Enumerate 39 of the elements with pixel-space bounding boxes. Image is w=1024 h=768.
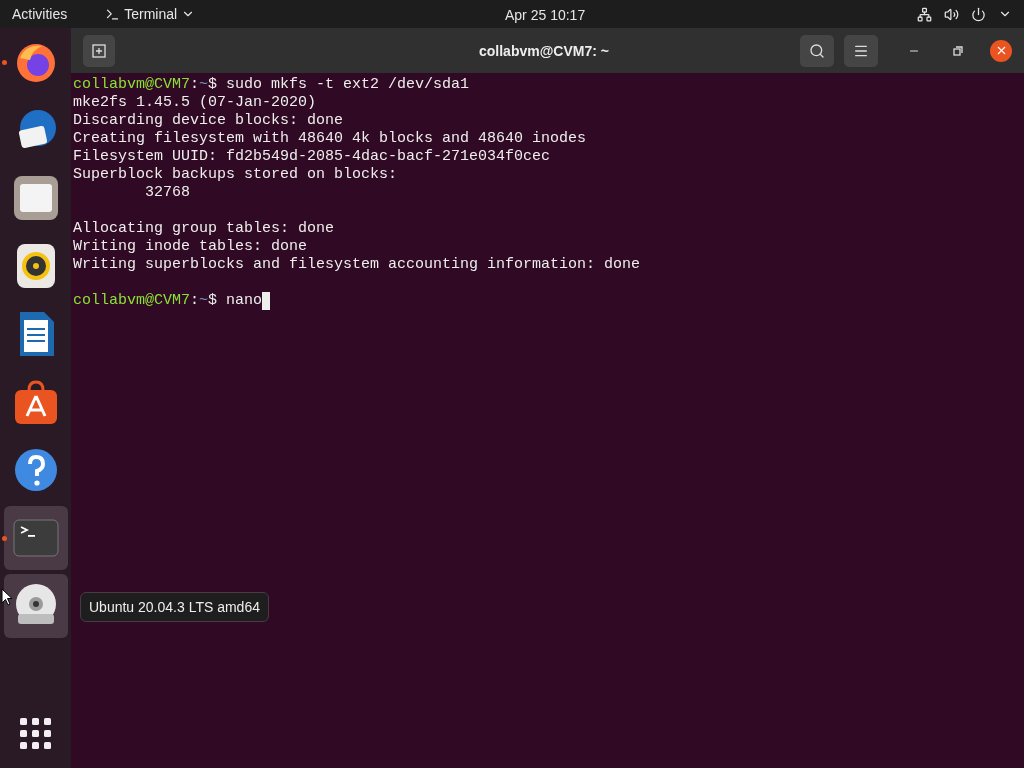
output-line: Discarding device blocks: done	[73, 112, 344, 130]
app-menu[interactable]: Terminal	[105, 3, 196, 25]
power-icon[interactable]	[971, 6, 986, 22]
window-title: collabvm@CVM7: ~	[479, 42, 609, 61]
prompt-user: collabvm@CVM7	[73, 76, 191, 94]
new-tab-icon	[92, 43, 106, 58]
network-icon[interactable]	[917, 6, 932, 22]
output-line: Superblock backups stored on blocks:	[73, 166, 398, 184]
volume-icon[interactable]	[944, 6, 959, 22]
prompt-path: ~	[199, 76, 209, 94]
restore-icon	[953, 45, 963, 56]
app-grid-icon[interactable]	[20, 718, 52, 750]
command-text: sudo mkfs -t ext2 /dev/sda1	[226, 76, 470, 94]
output-line: Filesystem UUID: fd2b549d-2085-4dac-bacf-271e034f0cec	[73, 148, 551, 166]
clock[interactable]: Apr 25 10:17	[505, 5, 586, 26]
search-icon	[809, 42, 825, 59]
prompt-symbol: $	[208, 292, 218, 310]
prompt-user: collabvm@CVM7	[73, 292, 191, 310]
output-line: mke2fs 1.45.5 (07-Jan-2020)	[73, 94, 317, 112]
mouse-pointer-icon	[1, 588, 13, 606]
output-line: Creating filesystem with 48640 4k blocks and 48640 inodes	[73, 130, 587, 148]
new-tab-button[interactable]	[83, 34, 115, 67]
terminal-icon	[105, 6, 121, 22]
prompt-separator: :	[190, 292, 200, 310]
menu-button[interactable]	[844, 34, 878, 67]
prompt-path: ~	[199, 292, 209, 310]
activities-button[interactable]: Activities	[12, 3, 68, 25]
output-line: 32768	[144, 184, 191, 202]
output-line: Writing inode tables: done	[73, 238, 308, 256]
close-button[interactable]	[990, 39, 1012, 62]
output-line: Writing superblocks and filesystem accounting information: done	[73, 256, 641, 274]
search-button[interactable]	[800, 34, 834, 67]
dock-item[interactable]	[3, 574, 68, 638]
command-text: nano	[226, 292, 263, 310]
prompt-symbol: $	[208, 76, 218, 94]
tooltip: Ubuntu 20.04.3 LTS amd64	[80, 592, 269, 622]
folder-icon	[11, 174, 60, 222]
output-line: Allocating group tables: done	[73, 220, 335, 238]
prompt-separator: :	[190, 76, 200, 94]
